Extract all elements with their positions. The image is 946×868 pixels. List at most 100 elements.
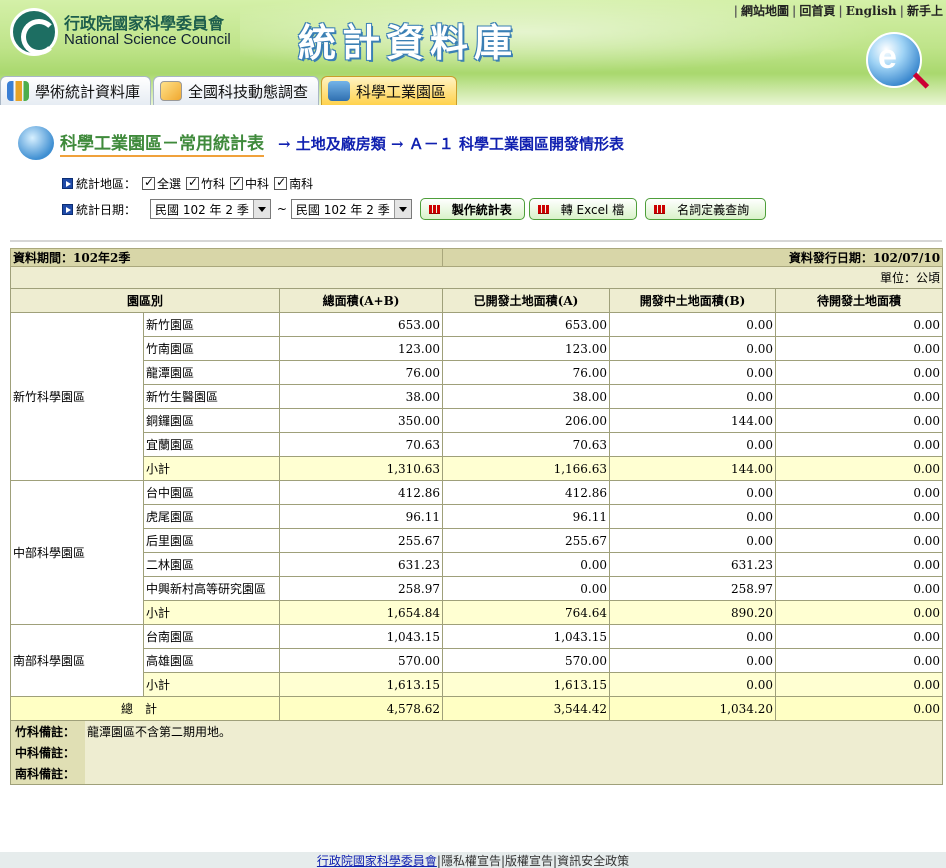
tab-academic-stats[interactable]: 學術統計資料庫 [0, 76, 152, 105]
checkbox-central[interactable]: 中科 [230, 175, 269, 192]
date-from-select[interactable]: 民國 102 年 2 季 [150, 199, 271, 219]
table-cell: 0.00 [609, 432, 777, 457]
export-excel-button[interactable]: 轉 Excel 檔 [528, 198, 638, 220]
park-name: 竹南園區 [143, 336, 280, 361]
table-cell: 96.11 [442, 504, 611, 529]
date-range-separator: ~ [276, 202, 287, 216]
link-english[interactable]: English [846, 4, 897, 18]
subtotal-row: 小計 1,613.15 1,613.15 0.00 0.00 [11, 672, 944, 697]
table-cell: 631.23 [278, 552, 444, 577]
table-cell: 255.67 [442, 528, 611, 553]
table-row: 后里園區 255.67 255.67 0.00 0.00 [11, 528, 944, 553]
checkbox-checked-icon[interactable] [230, 175, 244, 190]
park-name: 銅鑼園區 [143, 408, 280, 433]
checkbox-checked-icon[interactable] [274, 175, 288, 190]
table-cell: 890.20 [609, 600, 777, 625]
data-period: 資料期間：102年2季 [9, 248, 444, 267]
table-cell: 70.63 [442, 432, 611, 457]
link-sitemap[interactable]: 網站地圖 [741, 4, 789, 18]
table-cell: 3,544.42 [442, 696, 611, 721]
table-cell: 206.00 [442, 408, 611, 433]
e-search-icon: e [866, 32, 922, 88]
table-cell: 570.00 [442, 648, 611, 673]
table-cell: 0.00 [775, 336, 944, 361]
link-home[interactable]: 回首頁 [799, 4, 835, 18]
notes-row: 竹科備註： 龍潭園區不含第二期用地。 中科備註： 南科備註： [9, 720, 944, 785]
region-label: 統計地區： [76, 177, 137, 191]
table-cell: 0.00 [609, 648, 777, 673]
table-row: 高雄園區 570.00 570.00 0.00 0.00 [11, 648, 944, 673]
tab-science-parks[interactable]: 科學工業園區 [321, 76, 458, 105]
dropdown-arrow-icon[interactable] [393, 200, 411, 218]
table-cell: 96.11 [278, 504, 444, 529]
footer-link-nsc[interactable]: 行政院國家科學委員會 [317, 854, 437, 868]
table-row: 新竹生醫園區 38.00 38.00 0.00 0.00 [11, 384, 944, 409]
site-footer: 行政院國家科學委員會|隱私權宣告|版權宣告|資訊安全政策 [0, 852, 946, 868]
park-name: 台中園區 [143, 480, 280, 505]
table-cell: 38.00 [278, 384, 444, 409]
divider [10, 240, 942, 242]
table-cell: 1,034.20 [609, 696, 777, 721]
table-cell: 0.00 [775, 504, 944, 529]
link-beginner[interactable]: 新手上 [907, 4, 943, 18]
table-cell: 0.00 [609, 624, 777, 649]
notebook-icon [160, 81, 183, 101]
col-header-total: 總面積(A+B) [278, 288, 444, 313]
col-header-park: 園區別 [10, 288, 280, 313]
footer-link-copyright[interactable]: 版權宣告 [505, 854, 553, 868]
note-hsinchu: 竹科備註： 龍潭園區不含第二期用地。 [11, 721, 943, 742]
table-cell: 0.00 [442, 576, 611, 601]
checkbox-hsinchu[interactable]: 竹科 [186, 175, 225, 192]
footer-link-security[interactable]: 資訊安全政策 [557, 854, 629, 868]
col-header-developed: 已開發土地面積(A) [442, 288, 611, 313]
date-label: 統計日期： [76, 202, 137, 217]
globe-book-icon [18, 126, 54, 160]
dropdown-arrow-icon[interactable] [252, 200, 270, 218]
checkbox-southern[interactable]: 南科 [274, 175, 313, 192]
tab-national-survey[interactable]: 全國科技動態調查 [153, 76, 320, 105]
unit-label: 單位：公頃 [9, 266, 944, 289]
nsc-logo-icon[interactable] [10, 8, 58, 56]
table-cell: 412.86 [442, 480, 611, 505]
park-group-name: 新竹科學園區 [10, 312, 144, 481]
subtotal-row: 小計 1,654.84 764.64 890.20 0.00 [11, 600, 944, 625]
footer-link-privacy[interactable]: 隱私權宣告 [441, 854, 501, 868]
table-row: 虎尾園區 96.11 96.11 0.00 0.00 [11, 504, 944, 529]
table-cell: 1,654.84 [278, 600, 444, 625]
main-tabs: 學術統計資料庫 全國科技動態調查 科學工業園區 [0, 76, 459, 105]
checkbox-checked-icon[interactable] [186, 175, 200, 190]
table-cell: 258.97 [609, 576, 777, 601]
table-row: 宜蘭園區 70.63 70.63 0.00 0.00 [11, 432, 944, 457]
make-table-button[interactable]: 製作統計表 [419, 198, 525, 220]
table-cell: 0.00 [609, 504, 777, 529]
table-cell: 123.00 [442, 336, 611, 361]
park-group-name: 南部科學園區 [10, 624, 144, 697]
table-row: 新竹科學園區 新竹園區 653.00 653.00 0.00 0.00 [10, 312, 944, 481]
table-cell: 0.00 [609, 528, 777, 553]
table-cell: 123.00 [278, 336, 444, 361]
table-cell: 0.00 [609, 480, 777, 505]
table-cell: 0.00 [775, 408, 944, 433]
table-cell: 76.00 [278, 360, 444, 385]
arrow-bullet-icon [62, 203, 73, 215]
table-cell: 0.00 [775, 480, 944, 505]
building-icon [328, 81, 351, 101]
park-group-name: 中部科學園區 [10, 480, 144, 625]
table-cell: 0.00 [775, 648, 944, 673]
table-cell: 412.86 [278, 480, 444, 505]
park-name: 虎尾園區 [143, 504, 280, 529]
checkbox-checked-icon[interactable] [142, 175, 156, 190]
park-name: 宜蘭園區 [143, 432, 280, 457]
table-row: 南部科學園區 台南園區 1,043.15 1,043.15 0.00 0.00 [10, 624, 944, 697]
table-row: 龍潭園區 76.00 76.00 0.00 0.00 [11, 360, 944, 385]
table-cell: 0.00 [775, 432, 944, 457]
table-cell: 570.00 [278, 648, 444, 673]
table-cell: 258.97 [278, 576, 444, 601]
park-name: 新竹生醫園區 [143, 384, 280, 409]
checkbox-all[interactable]: 全選 [142, 175, 181, 192]
glossary-button[interactable]: 名詞定義查詢 [645, 198, 767, 220]
table-cell: 4,578.62 [278, 696, 444, 721]
date-filter-row: 統計日期： 民國 102 年 2 季 ~ 民國 102 年 2 季 製作統計表 … [62, 198, 767, 220]
table-cell: 0.00 [609, 672, 777, 697]
date-to-select[interactable]: 民國 102 年 2 季 [290, 199, 412, 219]
